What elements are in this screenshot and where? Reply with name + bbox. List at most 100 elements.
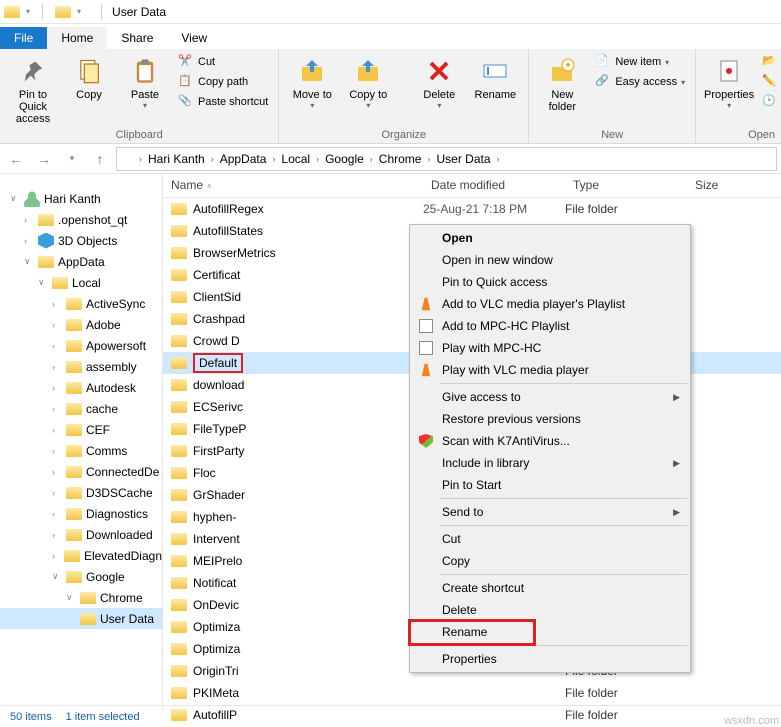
address-bar[interactable]: › Hari Kanth› AppData› Local› Google› Ch… — [116, 147, 777, 171]
expander-icon[interactable]: › — [52, 425, 62, 435]
chevron-right-icon[interactable]: › — [270, 154, 277, 164]
expander-icon[interactable]: › — [52, 404, 62, 414]
cm-open-new-window[interactable]: Open in new window — [412, 249, 688, 271]
cm-copy[interactable]: Copy — [412, 550, 688, 572]
delete-button[interactable]: Delete▾ — [414, 53, 464, 113]
tree-item[interactable]: ›Adobe — [0, 314, 162, 335]
tree-item[interactable]: ›cache — [0, 398, 162, 419]
cm-pin-start[interactable]: Pin to Start — [412, 474, 688, 496]
breadcrumb[interactable]: Local — [279, 152, 312, 166]
tree-item[interactable]: ›.openshot_qt — [0, 209, 162, 230]
cm-mpc-playlist[interactable]: Add to MPC-HC Playlist — [412, 315, 688, 337]
tree-item[interactable]: ›ElevatedDiagn — [0, 545, 162, 566]
properties-button[interactable]: Properties▾ — [704, 53, 754, 113]
cm-delete[interactable]: Delete — [412, 599, 688, 621]
tree-item[interactable]: ›Apowersoft — [0, 335, 162, 356]
new-folder-button[interactable]: ✦ New folder — [537, 53, 587, 115]
chevron-right-icon[interactable]: › — [137, 154, 144, 164]
forward-button[interactable]: → — [32, 147, 56, 171]
history-button[interactable]: 🕑History — [760, 93, 781, 111]
copy-to-button[interactable]: Copy to▾ — [343, 53, 393, 113]
breadcrumb[interactable]: AppData — [218, 152, 269, 166]
tree-item[interactable]: ›CEF — [0, 419, 162, 440]
breadcrumb[interactable]: Chrome — [377, 152, 424, 166]
tree-item[interactable]: ∨Local — [0, 272, 162, 293]
tree-item[interactable]: ›Downloaded — [0, 524, 162, 545]
expander-icon[interactable]: › — [52, 530, 62, 540]
column-size[interactable]: Size — [687, 174, 767, 197]
expander-icon[interactable]: ∨ — [52, 571, 62, 582]
chevron-right-icon[interactable]: › — [425, 154, 432, 164]
tab-view[interactable]: View — [167, 27, 221, 49]
expander-icon[interactable]: ∨ — [66, 592, 76, 603]
qat-expand-icon[interactable]: ▾ — [26, 7, 30, 16]
move-to-button[interactable]: Move to▾ — [287, 53, 337, 113]
up-button[interactable]: ↑ — [88, 147, 112, 171]
expander-icon[interactable]: › — [24, 215, 34, 225]
expander-icon[interactable]: › — [52, 299, 62, 309]
qat-dropdown-icon[interactable]: ▾ — [77, 7, 81, 16]
tree-item[interactable]: ›ActiveSync — [0, 293, 162, 314]
copy-path-button[interactable]: 📋Copy path — [176, 73, 270, 91]
cm-create-shortcut[interactable]: Create shortcut — [412, 577, 688, 599]
expander-icon[interactable]: ∨ — [24, 256, 34, 267]
breadcrumb[interactable]: Google — [323, 152, 366, 166]
tab-file[interactable]: File — [0, 27, 47, 49]
cm-give-access[interactable]: Give access to▶ — [412, 386, 688, 408]
chevron-right-icon[interactable]: › — [209, 154, 216, 164]
expander-icon[interactable]: › — [52, 383, 62, 393]
tree-item[interactable]: ∨Chrome — [0, 587, 162, 608]
chevron-right-icon[interactable]: › — [368, 154, 375, 164]
cm-properties[interactable]: Properties — [412, 648, 688, 670]
column-name[interactable]: Name˄ — [163, 174, 423, 197]
cm-send-to[interactable]: Send to▶ — [412, 501, 688, 523]
paste-button[interactable]: Paste ▾ — [120, 53, 170, 113]
open-button[interactable]: 📂Open▾ — [760, 53, 781, 71]
breadcrumb[interactable]: Hari Kanth — [146, 152, 207, 166]
tree-item[interactable]: ∨Google — [0, 566, 162, 587]
new-item-button[interactable]: 📄New item▾ — [593, 53, 687, 71]
tree-item[interactable]: ›assembly — [0, 356, 162, 377]
expander-icon[interactable]: › — [52, 551, 60, 561]
tree-item[interactable]: ›D3DSCache — [0, 482, 162, 503]
expander-icon[interactable]: › — [52, 362, 62, 372]
tree-item[interactable]: ›ConnectedDe — [0, 461, 162, 482]
cm-restore-previous[interactable]: Restore previous versions — [412, 408, 688, 430]
expander-icon[interactable]: › — [52, 509, 62, 519]
recent-dropdown-icon[interactable]: ▾ — [60, 147, 84, 171]
cm-pin-quick-access[interactable]: Pin to Quick access — [412, 271, 688, 293]
tree-item[interactable]: ›Autodesk — [0, 377, 162, 398]
cm-vlc-playlist[interactable]: Add to VLC media player's Playlist — [412, 293, 688, 315]
file-row[interactable]: PKIMetaFile folder — [163, 682, 781, 704]
expander-icon[interactable]: › — [24, 236, 34, 246]
expander-icon[interactable]: › — [52, 341, 62, 351]
cm-rename[interactable]: Rename — [412, 621, 688, 643]
edit-button[interactable]: ✏️Edit — [760, 73, 781, 91]
back-button[interactable]: ← — [4, 147, 28, 171]
expander-icon[interactable]: ∨ — [10, 193, 20, 204]
cm-open[interactable]: Open — [412, 227, 688, 249]
tab-share[interactable]: Share — [107, 27, 167, 49]
paste-shortcut-button[interactable]: 📎Paste shortcut — [176, 93, 270, 111]
pin-to-quick-access-button[interactable]: Pin to Quick access — [8, 53, 58, 127]
rename-button[interactable]: Rename — [470, 53, 520, 103]
breadcrumb[interactable]: User Data — [434, 152, 492, 166]
expander-icon[interactable]: › — [52, 467, 62, 477]
expander-icon[interactable]: ∨ — [38, 277, 48, 288]
tree-item[interactable]: ∨Hari Kanth — [0, 188, 162, 209]
easy-access-button[interactable]: 🔗Easy access▾ — [593, 73, 687, 91]
cm-include-library[interactable]: Include in library▶ — [412, 452, 688, 474]
tree-item[interactable]: ›Comms — [0, 440, 162, 461]
tree-item[interactable]: ›3D Objects — [0, 230, 162, 251]
column-date[interactable]: Date modified — [423, 174, 565, 197]
expander-icon[interactable]: › — [52, 488, 62, 498]
navigation-pane[interactable]: ∨Hari Kanth›.openshot_qt›3D Objects∨AppD… — [0, 174, 163, 709]
expander-icon[interactable]: › — [52, 320, 62, 330]
column-type[interactable]: Type — [565, 174, 687, 197]
cm-cut[interactable]: Cut — [412, 528, 688, 550]
cm-scan-k7[interactable]: Scan with K7AntiVirus... — [412, 430, 688, 452]
tree-item[interactable]: ›Diagnostics — [0, 503, 162, 524]
chevron-right-icon[interactable]: › — [314, 154, 321, 164]
expander-icon[interactable]: › — [52, 446, 62, 456]
file-row[interactable]: AutofillRegex25-Aug-21 7:18 PMFile folde… — [163, 198, 781, 220]
